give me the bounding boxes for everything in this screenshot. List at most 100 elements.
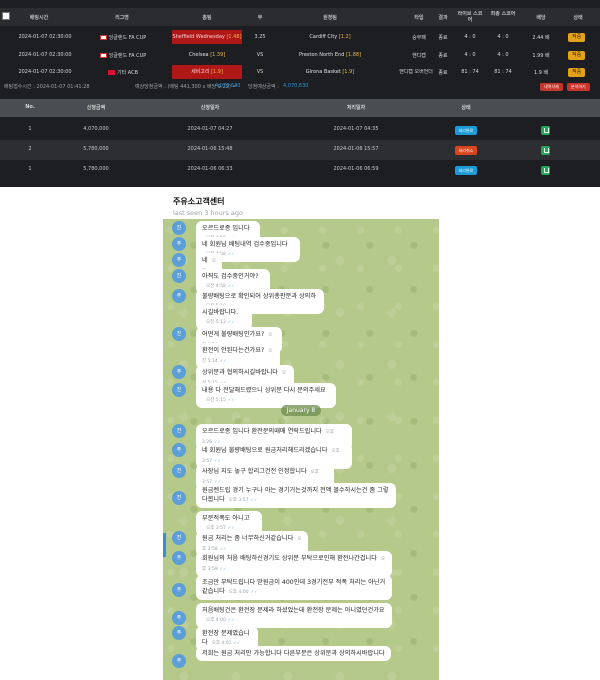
avatar[interactable]: 주 xyxy=(172,253,186,267)
away-odds: [1.9] xyxy=(342,69,355,75)
message-bubble[interactable]: 회원님의 처음 배팅하신경기도 상위분 부탁으로인해 환전나간겁니다 오후 3:5… xyxy=(196,551,392,577)
message-text: 네 회원님 배팅내역 검수중입니다 xyxy=(202,241,288,248)
delete-icon[interactable] xyxy=(541,166,550,175)
won-amount-label: 당첨예상금액 : xyxy=(248,84,279,90)
chat-window: 주유소고객센터 last seen 3 hours ago 진 오르드로종 입니다… xyxy=(163,190,439,680)
chat-header[interactable]: 주유소고객센터 last seen 3 hours ago xyxy=(163,190,439,219)
avatar[interactable]: 진 xyxy=(172,424,186,438)
bet-type: 핸디캡 오버언더 xyxy=(399,69,433,75)
home-team-pick[interactable]: Chelsea [1.39] xyxy=(172,52,242,58)
home-team: 세비고리 xyxy=(191,69,210,75)
avatar[interactable]: 진 xyxy=(172,383,186,397)
betting-history-panel: 배팅시간 리그명 홈팀 무 원정팀 타입 결과 라이브 스코어 최종 스코어 배… xyxy=(0,0,600,187)
away-team-pick[interactable]: Preston North End [1.88] xyxy=(290,52,370,58)
chat-last-seen: last seen 3 hours ago xyxy=(173,209,243,217)
avatar[interactable]: 주 xyxy=(172,611,186,625)
row-no: 1 xyxy=(28,166,32,172)
won-amount-value: 4,070,630 xyxy=(283,83,309,89)
avatar[interactable]: 진 xyxy=(172,531,186,545)
home-odds: [1.9] xyxy=(211,69,223,75)
chat-title: 주유소고객센터 xyxy=(173,197,225,206)
home-team-pick[interactable]: 세비고리 [1.9] xyxy=(172,65,242,79)
row-request-date: 2024-01-07 04:27 xyxy=(187,126,233,132)
home-team: Sheffield Wednesday xyxy=(172,34,225,40)
avatar[interactable]: 진 xyxy=(172,464,186,478)
row-no: 2 xyxy=(28,146,32,152)
message-text: 부분적폭도 아니고 xyxy=(202,515,250,522)
avatar[interactable]: 진 xyxy=(172,221,186,235)
live-score: 81 : 74 xyxy=(461,69,479,75)
col-state: 상태 xyxy=(573,14,583,21)
bet-result: 종료 xyxy=(438,52,448,59)
message-text: 네 회원님 불량배팅으로 원금처리해드리겠습니다 xyxy=(202,447,328,454)
bet-time: 2024-01-07 02:30:00 xyxy=(18,34,72,40)
avatar[interactable]: 진 xyxy=(172,327,186,341)
message-time: 오후 4:00 xyxy=(229,590,258,595)
england-flag-icon xyxy=(99,34,107,40)
bet-time: 2024-01-07 02:30:00 xyxy=(18,52,72,58)
message-bubble[interactable]: 처음배팅건은 환전장 문제라 하셨었는데 환전장 문제는 아니였던건가요오후 4… xyxy=(196,603,392,628)
avatar[interactable]: 주 xyxy=(172,626,186,640)
bet-result: 종료 xyxy=(438,34,448,41)
message-text: 오르드로종 입니다 xyxy=(202,225,250,232)
message-bubble[interactable]: 조금만 부탁드립니다 맏원금이 400인데 3경기전부 적폭 처리는 아닌거같습… xyxy=(196,575,392,600)
chat-message-list[interactable]: 진오르드로종 입니다오전 4:58주네 회원님 배팅내역 검수중입니다오전 4:… xyxy=(163,219,439,680)
col-result: 결과 xyxy=(438,14,448,21)
away-team: Girona Basket xyxy=(305,69,341,75)
away-odds: [1.2] xyxy=(338,34,351,40)
avatar[interactable]: 주 xyxy=(172,654,186,668)
row-done-date: 2024-01-06 06:59 xyxy=(333,166,379,172)
message-text: 회원님의 처음 배팅하신경기도 상위분 부탁으로인해 환전나간겁니다 xyxy=(202,555,377,562)
message-bubble[interactable]: 원금렌드립 경기 누구나 아는 경기거는것까지 전액 몰수하시는건 좀 그렇다봅… xyxy=(196,483,396,508)
bet-odds: 1.99 배 xyxy=(532,52,550,59)
message-bubble[interactable]: 저희는 원금 처리만 가능합니다 다른부분은 상위분과 상의하시바랍니다 xyxy=(196,646,391,661)
bet-odds: 1.9 배 xyxy=(533,69,549,76)
delete-history-button[interactable]: 내역삭제 xyxy=(540,83,563,91)
status-badge: 처리취소 xyxy=(455,146,477,155)
col-league: 리그명 xyxy=(115,14,129,21)
away-team-pick[interactable]: Girona Basket [1.9] xyxy=(290,69,370,75)
bet-odds: 2.44 배 xyxy=(532,34,550,41)
message-text: 아직도 검수중인거야? xyxy=(202,273,259,280)
row-amount: 4,070,000 xyxy=(83,126,109,132)
avatar[interactable]: 주 xyxy=(172,443,186,457)
select-all-checkbox[interactable] xyxy=(2,12,10,20)
live-score: 4 : 0 xyxy=(464,34,476,40)
bet-row: 2024-01-07 02:30:00 기타 ACB 세비고리 [1.9] VS… xyxy=(0,64,600,80)
avatar[interactable]: 주 xyxy=(172,237,186,251)
bet-type: 승무패 xyxy=(412,34,426,41)
delete-icon[interactable] xyxy=(541,146,550,155)
bet-row: 2024-01-07 02:30:00 잉글랜드 FA CUP Chelsea … xyxy=(0,46,600,64)
live-score: 4 : 0 xyxy=(464,52,476,58)
bet-league: 잉글랜드 FA CUP xyxy=(108,52,147,59)
bet-received-time: 배팅접수시간 : 2024-01-07 01:41:28 xyxy=(4,84,90,90)
col-draw: 무 xyxy=(257,14,263,21)
col-final: 최종 스코어 xyxy=(490,11,516,17)
delete-icon[interactable] xyxy=(541,126,550,135)
league-flag-icon xyxy=(107,69,115,75)
away-odds: [1.88] xyxy=(345,52,362,58)
home-team-pick[interactable]: Sheffield Wednesday [1.48] xyxy=(172,30,242,44)
away-team-pick[interactable]: Cardiff City [1.2] xyxy=(290,34,370,40)
home-odds: [1.39] xyxy=(210,52,226,58)
home-team: Chelsea xyxy=(188,52,209,58)
avatar[interactable]: 주 xyxy=(172,551,186,565)
avatar[interactable]: 주 xyxy=(172,583,186,597)
date-separator: January 8 xyxy=(281,405,321,416)
avatar[interactable]: 진 xyxy=(172,269,186,283)
bet-type: 핸디캡 xyxy=(412,52,426,59)
message-time: 오후 4:00 xyxy=(206,618,235,623)
draw-odds: VS xyxy=(256,52,264,58)
avatar[interactable]: 진 xyxy=(172,491,186,505)
message-text: 환전이 안된다는건가요? xyxy=(202,347,265,354)
message-text: 오르드로종 입니다 환전문의때매 연락드립니다 xyxy=(202,428,322,435)
withdrawal-row: 1 5,780,000 2024-01-06 06:33 2024-01-06 … xyxy=(0,160,600,180)
avatar[interactable]: 주 xyxy=(172,365,186,379)
avatar[interactable]: 주 xyxy=(172,289,186,303)
bet-table-header: 배팅시간 리그명 홈팀 무 원정팀 타입 결과 라이브 스코어 최종 스코어 배… xyxy=(0,8,600,26)
draw-odds[interactable]: 3.25 xyxy=(245,34,275,40)
row-done-date: 2024-01-06 15:57 xyxy=(333,146,379,152)
away-team: Preston North End xyxy=(298,52,345,58)
analyze-button[interactable]: 분석하기 xyxy=(567,83,590,91)
status-badge: 처리완료 xyxy=(455,166,477,175)
